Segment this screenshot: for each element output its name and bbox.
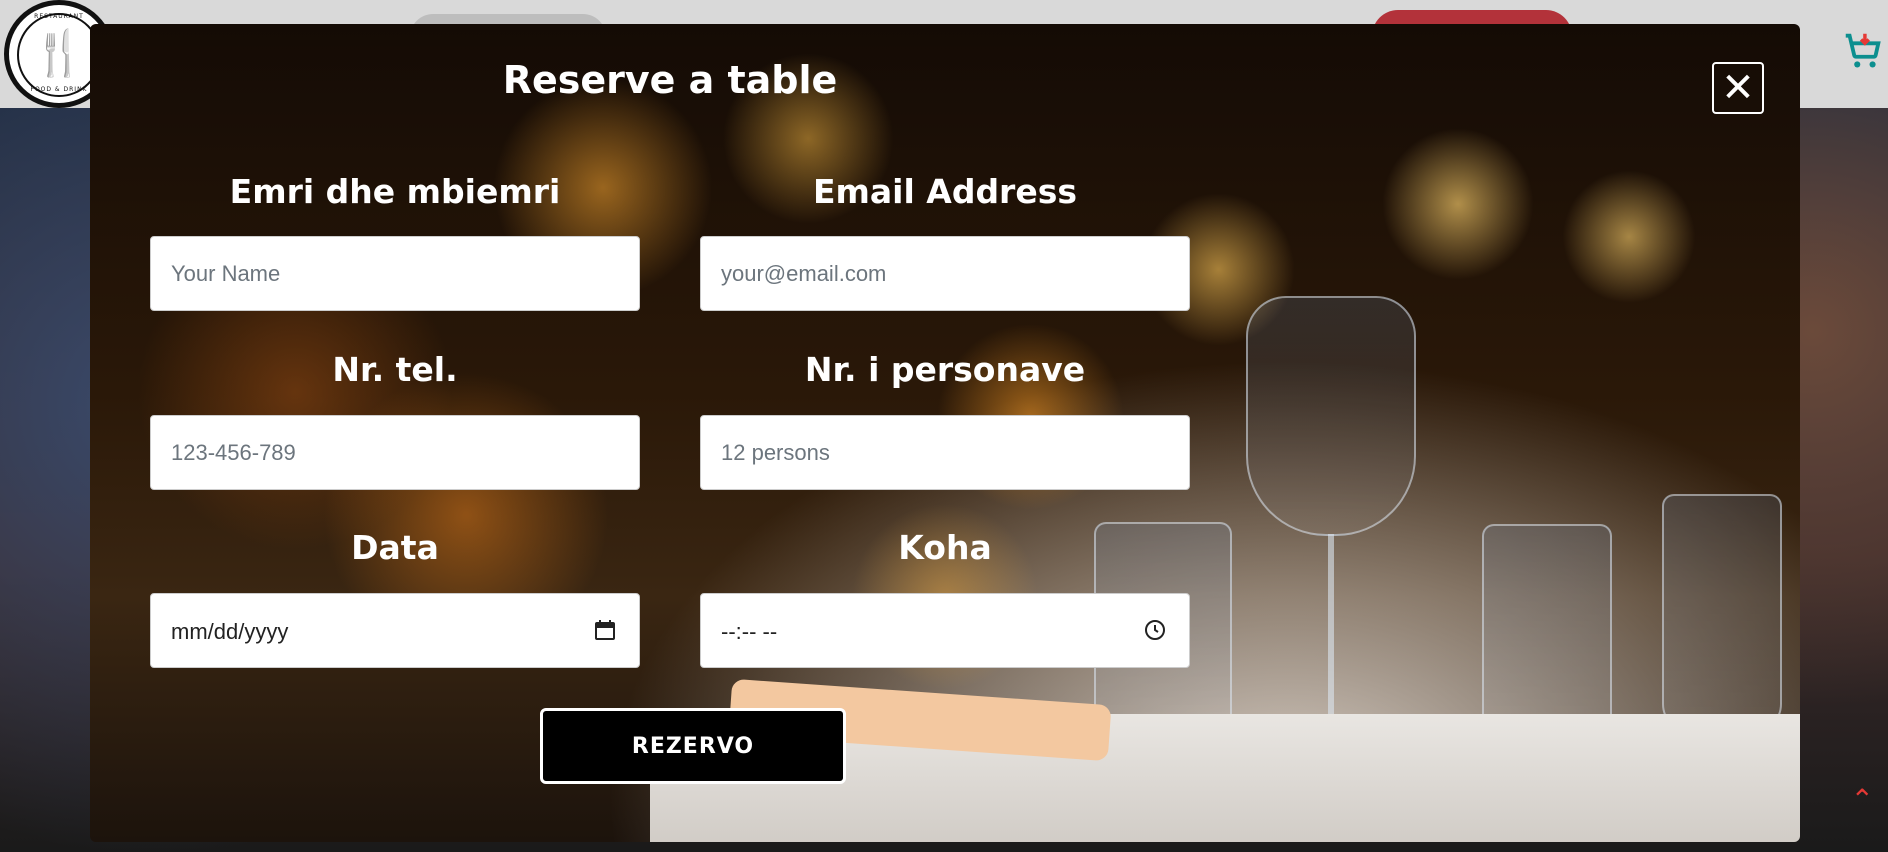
phone-label: Nr. tel. bbox=[332, 350, 458, 389]
time-label: Koha bbox=[898, 528, 992, 567]
logo-top-text: RESTAURANT bbox=[34, 13, 84, 20]
glass-decoration bbox=[1482, 524, 1612, 744]
chevron-up-icon[interactable]: ⌃ bbox=[1851, 786, 1874, 814]
time-input-value: --:-- -- bbox=[721, 619, 778, 644]
date-input-value: mm/dd/yyyy bbox=[171, 619, 289, 644]
reserve-submit-button[interactable]: REZERVO bbox=[540, 708, 846, 784]
email-label: Email Address bbox=[812, 172, 1078, 211]
wine-glass-stem bbox=[1328, 534, 1334, 744]
persons-label: Nr. i personave bbox=[804, 350, 1086, 389]
date-input[interactable]: mm/dd/yyyy bbox=[150, 593, 640, 668]
calendar-icon[interactable] bbox=[593, 618, 617, 642]
close-button[interactable]: ✕ bbox=[1712, 62, 1764, 114]
logo-ring bbox=[17, 13, 101, 97]
date-label: Data bbox=[351, 528, 439, 567]
modal-title: Reserve a table bbox=[502, 58, 838, 102]
cart-icon-svg bbox=[1845, 33, 1881, 68]
name-input[interactable] bbox=[150, 236, 640, 311]
clock-icon[interactable] bbox=[1143, 618, 1167, 642]
glass-decoration bbox=[1662, 494, 1782, 734]
reservation-modal: Reserve a table ✕ Emri dhe mbiemri Email… bbox=[90, 24, 1800, 842]
close-icon: ✕ bbox=[1721, 66, 1755, 110]
email-input[interactable] bbox=[700, 236, 1190, 311]
time-input[interactable]: --:-- -- bbox=[700, 593, 1190, 668]
wine-glass-decoration bbox=[1246, 296, 1416, 536]
name-label: Emri dhe mbiemri bbox=[229, 172, 561, 211]
phone-input[interactable] bbox=[150, 415, 640, 490]
persons-input[interactable] bbox=[700, 415, 1190, 490]
cart-icon[interactable] bbox=[1840, 28, 1886, 74]
